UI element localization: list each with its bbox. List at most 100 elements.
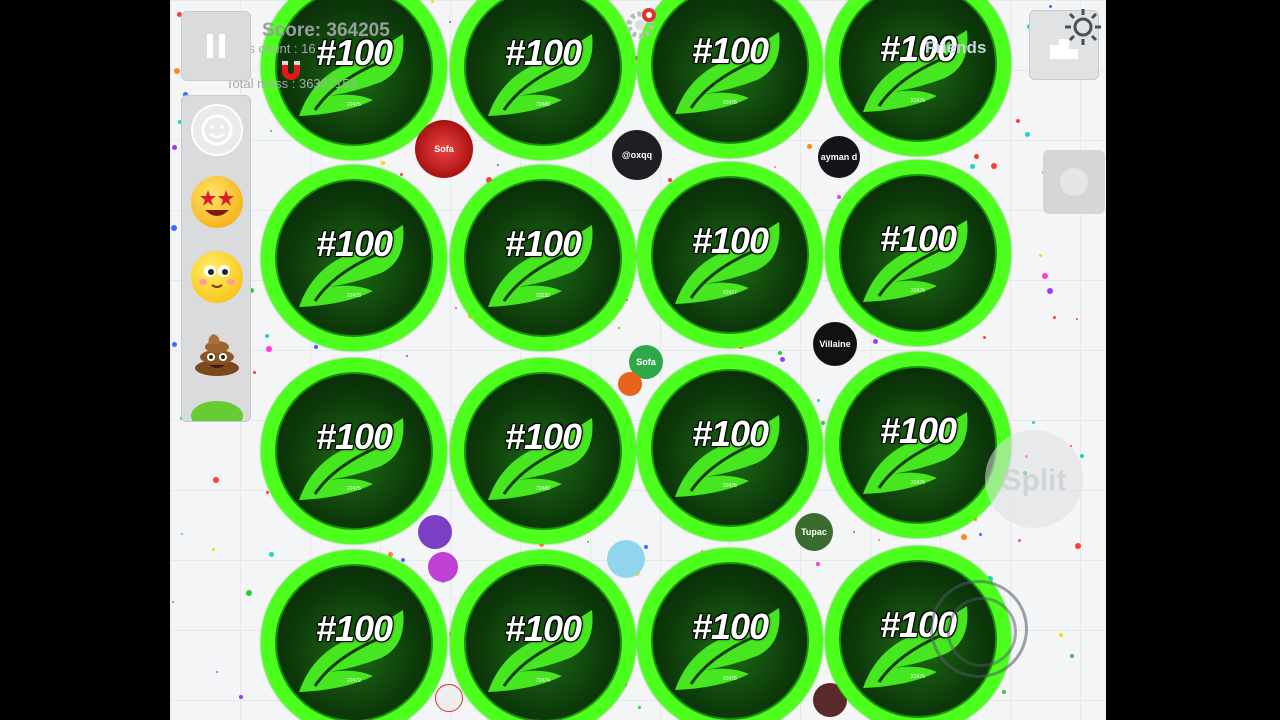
cell-mass: 22480	[536, 102, 550, 108]
cell-mass: 22480	[536, 486, 550, 492]
food-pellet	[587, 541, 589, 543]
blush-emoji[interactable]	[191, 251, 243, 303]
pause-button[interactable]	[181, 11, 251, 81]
food-pellet	[1039, 254, 1042, 257]
friends-label[interactable]: Friends	[925, 38, 986, 58]
food-pellet	[1042, 273, 1048, 279]
food-pellet	[979, 533, 982, 536]
eject-button[interactable]	[930, 580, 1028, 678]
food-pellet	[172, 145, 177, 150]
enemy-cell	[435, 684, 463, 712]
enemy-cell: Tupac	[795, 513, 833, 551]
cell-mass: 22475	[723, 100, 737, 106]
food-pellet	[1053, 316, 1056, 319]
chat-button[interactable]	[1043, 150, 1105, 214]
food-pellet	[181, 533, 183, 535]
food-pellet	[406, 355, 408, 357]
food-pellet	[455, 307, 457, 309]
food-pellet	[314, 345, 318, 349]
cell-nickname: #100	[691, 413, 769, 454]
food-pellet	[970, 164, 975, 169]
food-pellet	[1076, 318, 1078, 320]
food-pellet	[1025, 132, 1030, 137]
cell-mass: 22473	[347, 293, 361, 299]
eject-icon	[947, 597, 1017, 667]
food-pellet	[780, 357, 785, 362]
food-pellet	[961, 534, 967, 540]
food-pellet	[174, 68, 180, 74]
food-pellet	[873, 339, 878, 344]
cell-mass: 22477	[723, 290, 737, 296]
food-pellet	[449, 21, 451, 23]
cell-nickname: #100	[315, 223, 393, 264]
player-cell: #100 22476	[637, 355, 823, 541]
cell-mass: 22475	[911, 288, 925, 294]
food-pellet	[816, 562, 820, 566]
cell-nickname: #100	[691, 606, 769, 647]
food-pellet	[1070, 654, 1074, 658]
more-emoji[interactable]	[191, 401, 243, 421]
cell-mass: 22532	[536, 293, 550, 299]
enemy-cell: Sofa	[415, 120, 473, 178]
player-cell: #100 22532	[450, 165, 636, 351]
settings-gear-icon[interactable]	[1060, 4, 1106, 55]
food-pellet	[837, 195, 841, 199]
poop-emoji[interactable]	[191, 326, 243, 378]
food-pellet	[817, 399, 820, 402]
food-pellet	[778, 351, 782, 355]
food-pellet	[431, 0, 434, 3]
player-cell: #100 22475	[825, 352, 1011, 538]
split-button[interactable]: Split	[985, 430, 1083, 528]
face-icon[interactable]	[191, 104, 243, 156]
food-pellet	[401, 558, 405, 562]
pause-icon	[207, 34, 213, 58]
cell-nickname: #100	[879, 218, 957, 259]
food-pellet	[172, 601, 174, 603]
cell-nickname: #100	[504, 416, 582, 457]
player-cell: #100 22480	[450, 358, 636, 544]
player-cell: #100 22477	[637, 162, 823, 348]
food-pellet	[807, 144, 812, 149]
cell-mass: 22476	[723, 483, 737, 489]
food-pellet	[983, 336, 986, 339]
star-eyes-emoji[interactable]	[191, 176, 243, 228]
enemy-cell: @oxqq	[612, 130, 662, 180]
player-cell: #100 22475	[261, 358, 447, 544]
food-pellet	[213, 477, 219, 483]
enemy-cell: ayman d	[818, 136, 860, 178]
food-pellet	[381, 161, 385, 165]
food-pellet	[878, 539, 880, 541]
food-pellet	[1032, 421, 1035, 424]
food-pellet	[638, 706, 641, 709]
food-pellet	[171, 225, 177, 231]
food-pellet	[618, 327, 620, 329]
food-pellet	[1047, 288, 1053, 294]
cell-nickname: #100	[691, 30, 769, 71]
food-pellet	[216, 671, 218, 673]
food-pellet	[212, 548, 215, 551]
enemy-cell	[618, 372, 642, 396]
magnet-icon	[276, 55, 306, 90]
food-pellet	[1080, 454, 1084, 458]
food-pellet	[1059, 633, 1063, 637]
cell-mass: 22475	[347, 486, 361, 492]
cell-mass: 22476	[723, 676, 737, 682]
food-pellet	[266, 346, 272, 352]
food-pellet	[269, 552, 274, 557]
food-pellet	[1018, 539, 1021, 542]
food-pellet	[1002, 690, 1006, 694]
food-pellet	[1075, 543, 1081, 549]
enemy-cell	[418, 515, 452, 549]
food-pellet	[253, 371, 256, 374]
enemy-cell: Villaine	[813, 322, 857, 366]
player-cell: #100 22473	[261, 165, 447, 351]
player-cell: #100 22475	[825, 160, 1011, 346]
gear-icon[interactable]	[622, 3, 662, 48]
food-pellet	[246, 590, 252, 596]
food-pellet	[239, 695, 243, 699]
enemy-cell	[428, 552, 458, 582]
cell-nickname: #100	[315, 608, 393, 649]
cell-nickname: #100	[315, 416, 393, 457]
food-pellet	[774, 166, 776, 168]
food-pellet	[991, 163, 997, 169]
